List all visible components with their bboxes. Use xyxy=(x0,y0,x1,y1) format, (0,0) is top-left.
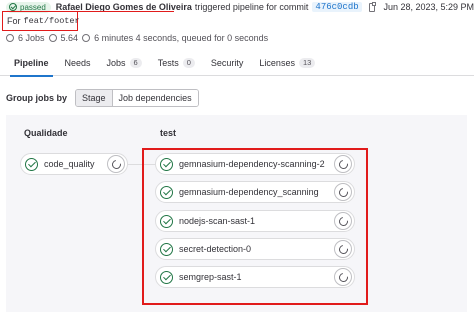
tab-needs[interactable]: Needs xyxy=(57,50,99,76)
copy-icon[interactable] xyxy=(368,1,376,12)
tab-tests[interactable]: Tests 0 xyxy=(150,50,203,76)
job-name: code_quality xyxy=(44,159,95,169)
branch-prefix: For xyxy=(7,16,21,26)
commit-sha-link[interactable]: 476c0cdb xyxy=(312,2,362,12)
pipeline-date: Jun 28, 2023, 5:29 PM xyxy=(383,2,474,12)
pipeline-tabs: Pipeline Needs Jobs 6 Tests 0 Security Lic… xyxy=(0,50,474,77)
highlight-box xyxy=(142,148,368,305)
pipeline-version: 5.64 xyxy=(60,33,79,43)
branch-link[interactable]: feat/footer xyxy=(24,16,80,26)
clock-icon xyxy=(82,34,91,42)
stage-title-test: test xyxy=(160,128,177,138)
group-jobs-toolbar: Group jobs by Stage Job dependencies xyxy=(6,89,199,107)
jobs-count: 6 Jobs xyxy=(18,33,45,43)
tab-count-badge: 6 xyxy=(129,57,142,68)
check-circle-icon xyxy=(25,157,38,171)
tab-licenses[interactable]: Licenses 13 xyxy=(251,50,323,76)
group-by-stage-button[interactable]: Stage xyxy=(76,90,113,106)
tab-security[interactable]: Security xyxy=(203,50,252,76)
tab-jobs[interactable]: Jobs 6 xyxy=(99,50,150,76)
group-by-dependencies-button[interactable]: Job dependencies xyxy=(112,90,198,106)
check-circle-icon xyxy=(9,3,17,11)
version-icon xyxy=(48,34,57,42)
group-by-toggle: Stage Job dependencies xyxy=(75,89,199,107)
tab-pipeline[interactable]: Pipeline xyxy=(6,50,57,77)
group-jobs-label: Group jobs by xyxy=(6,93,68,103)
pipeline-duration: 6 minutes 4 seconds, queued for 0 second… xyxy=(94,33,269,43)
retry-icon[interactable] xyxy=(107,155,125,173)
job-code-quality[interactable]: code_quality xyxy=(20,153,128,175)
stage-title-qualidade: Qualidade xyxy=(24,128,68,138)
trigger-text: triggered pipeline for commit xyxy=(194,2,309,12)
branch-info: For feat/footer xyxy=(2,11,80,31)
tab-count-badge: 0 xyxy=(182,57,195,68)
tab-count-badge: 13 xyxy=(298,57,316,68)
jobs-icon xyxy=(6,34,14,42)
pipeline-meta: 6 Jobs 5.64 6 minutes 4 seconds, queued … xyxy=(6,32,268,44)
